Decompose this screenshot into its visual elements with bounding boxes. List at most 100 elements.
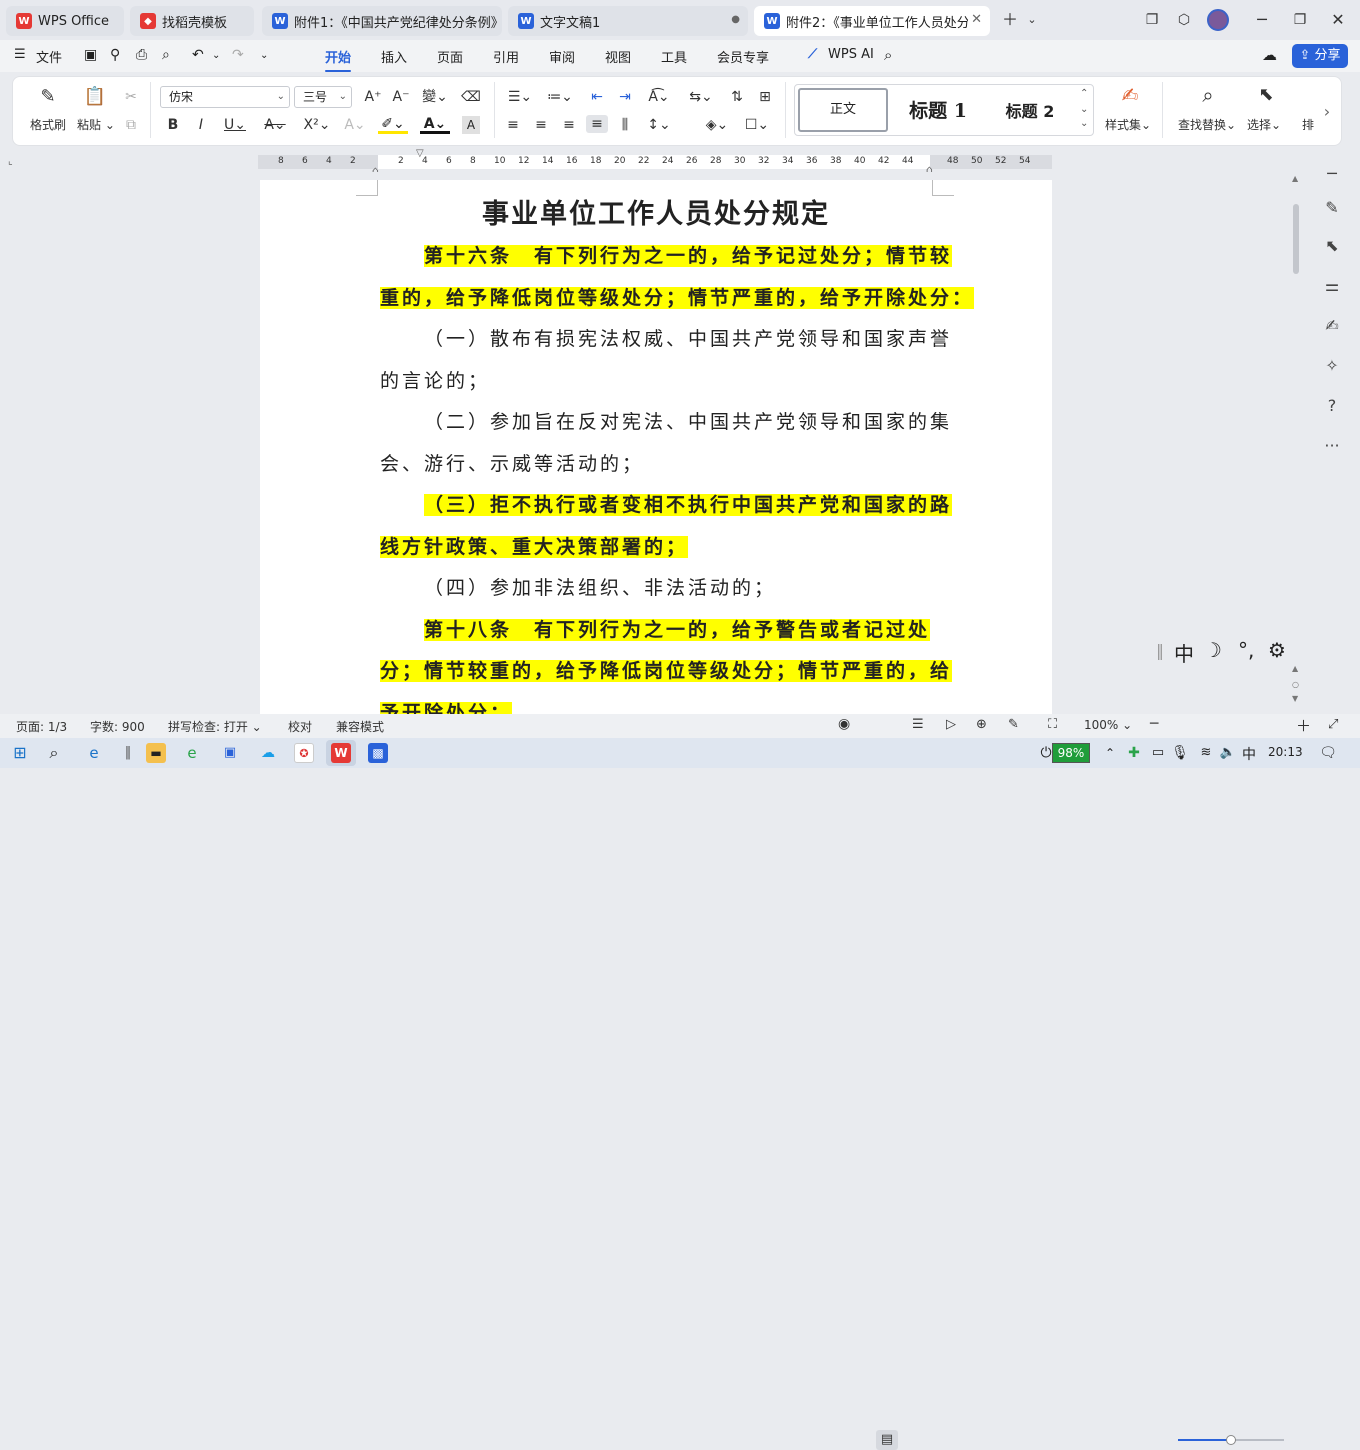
font-grow-icon[interactable]: A⁺ (362, 88, 384, 106)
italic-icon[interactable]: I (190, 116, 212, 134)
select-button[interactable]: 选择⌄ (1244, 118, 1284, 132)
document-line[interactable]: （一）散布有损宪法权威、中国共产党领导和国家声誉 (424, 321, 952, 357)
gallery-more-icon[interactable]: ⌄ (1080, 118, 1088, 129)
tray-device-icon[interactable]: ▭ (1148, 743, 1168, 763)
tab-text-doc-1[interactable]: W 文字文稿1 ● (508, 6, 748, 36)
tray-app-icon[interactable]: ✚ (1124, 743, 1144, 763)
first-line-indent-marker[interactable]: ▽ (416, 148, 424, 159)
wps-taskbar-icon[interactable]: W (331, 743, 351, 763)
menu-home[interactable]: 开始 (325, 47, 352, 72)
text-effect-icon[interactable]: A⌄ (340, 116, 370, 134)
menu-tools[interactable]: 工具 (661, 47, 687, 66)
battery-indicator[interactable]: 98% (1052, 743, 1090, 763)
image-viewer-icon[interactable]: ▩ (368, 743, 388, 763)
outline-view-icon[interactable]: ☰ (912, 717, 924, 732)
word-count[interactable]: 字数: 900 (90, 718, 145, 735)
browse-object-icon[interactable]: ○ (1292, 680, 1299, 689)
cloud-app-icon[interactable]: ☁ (258, 743, 278, 763)
document-line[interactable]: （四）参加非法组织、非法活动的； (424, 570, 776, 606)
search-icon[interactable]: ⌕ (884, 46, 892, 64)
hamburger-icon[interactable]: ☰ (14, 47, 26, 62)
vertical-scrollbar[interactable]: ▲ ▲ ○ ▼ (1290, 172, 1302, 712)
taskbar-ime-indicator[interactable]: 中 (1242, 744, 1256, 764)
share-link-icon[interactable]: ⚲ (110, 47, 120, 63)
print-icon[interactable]: ⎙ (136, 47, 147, 63)
numbered-list-icon[interactable]: ≔⌄ (545, 88, 575, 106)
menu-insert[interactable]: 插入 (381, 47, 407, 66)
copy-icon[interactable]: ⧉ (120, 116, 142, 134)
distributed-align-icon[interactable]: ⫼ (614, 116, 636, 134)
document-line[interactable]: （二）参加旨在反对宪法、中国共产党领导和国家的集 (424, 404, 952, 440)
play-icon[interactable]: ▷ (946, 717, 956, 732)
pointer-icon[interactable]: ⬉ (1322, 236, 1342, 256)
font-color-icon[interactable]: A⌄ (420, 116, 450, 134)
magic-tools-icon[interactable]: ✧ (1322, 356, 1342, 376)
phonetic-guide-icon[interactable]: 變⌄ (420, 88, 450, 106)
zoom-level[interactable]: 100% ⌄ (1084, 718, 1132, 732)
handwriting-icon[interactable]: ✍ (1322, 316, 1342, 336)
page-view-icon[interactable]: ▤ (876, 1430, 898, 1450)
more-dropdown-icon[interactable]: ⌄ (260, 50, 268, 61)
superscript-icon[interactable]: X²⌄ (302, 116, 332, 134)
ime-settings-icon[interactable]: ⚙ (1268, 638, 1286, 662)
font-name-select[interactable]: 仿宋 ⌄ (160, 86, 290, 108)
zoom-out-icon[interactable]: ─ (1150, 716, 1158, 732)
menu-review[interactable]: 审阅 (549, 47, 575, 66)
align-center-icon[interactable]: ≡ (530, 116, 552, 134)
char-shading-icon[interactable]: A (462, 116, 480, 134)
scroll-thumb[interactable] (1293, 204, 1299, 274)
share-button[interactable]: ⇪ 分享 (1292, 44, 1348, 68)
tab-dot-icon[interactable]: ● (731, 14, 740, 25)
help-icon[interactable]: ? (1322, 396, 1342, 416)
more-tools-label[interactable]: 排 (1302, 118, 1314, 132)
find-replace-button[interactable]: 查找替换⌄ (1176, 118, 1238, 132)
cut-icon[interactable]: ✂ (120, 88, 142, 106)
edit-pen-icon[interactable]: ✎ (1322, 198, 1342, 218)
spell-check-status[interactable]: 拼写检查: 打开 ⌄ (168, 718, 262, 735)
windows-start-icon[interactable]: ⊞ (10, 743, 30, 763)
file-explorer-icon[interactable]: ▬ (146, 743, 166, 763)
menu-file[interactable]: 文件 (36, 47, 62, 66)
proofread-button[interactable]: 校对 (288, 718, 312, 735)
decrease-indent-icon[interactable]: ⇤ (586, 88, 608, 106)
clock-time[interactable]: 20:13 (1268, 745, 1303, 759)
print-preview-icon[interactable]: ⌕ (162, 47, 170, 63)
tab-attachment-2[interactable]: W 附件2：《事业单位工作人员处分规 ✕ (754, 6, 990, 36)
menu-view[interactable]: 视图 (605, 47, 631, 66)
document-line[interactable]: 线方针政策、重大决策部署的； (380, 529, 689, 565)
style-normal[interactable]: 正文 (798, 88, 888, 132)
paste-button[interactable]: 粘贴 ⌄ (76, 118, 116, 132)
window-mode-icon[interactable]: ❐ (1140, 8, 1164, 32)
zoom-in-icon[interactable]: ＋ (1296, 715, 1311, 736)
justify-icon[interactable]: ≡ (586, 115, 608, 133)
edge-browser-icon[interactable]: e (84, 743, 104, 763)
notification-icon[interactable]: 🗨 (1318, 743, 1338, 763)
menu-member[interactable]: 会员专享 (717, 47, 769, 66)
party-app-icon[interactable]: ✪ (294, 743, 314, 763)
document-line[interactable]: 会、游行、示威等活动的； (380, 446, 644, 482)
wifi-icon[interactable]: ≋ (1196, 743, 1216, 763)
tab-attachment-1[interactable]: W 附件1：《中国共产党纪律处分条例》 (262, 6, 502, 36)
align-right-icon[interactable]: ≡ (558, 116, 580, 134)
increase-indent-icon[interactable]: ⇥ (614, 88, 636, 106)
ribbon-scroll-right-icon[interactable]: › (1318, 90, 1336, 134)
line-spacing-icon[interactable]: ↕⌄ (644, 116, 674, 134)
more-options-icon[interactable]: ··· (1322, 436, 1342, 456)
document-title[interactable]: 事业单位工作人员处分规定 (260, 192, 1052, 231)
close-icon[interactable]: ✕ (971, 12, 982, 27)
font-shrink-icon[interactable]: A⁻ (390, 88, 412, 106)
ime-mode[interactable]: 中 (1174, 638, 1194, 667)
redo-icon[interactable]: ↷ (232, 47, 244, 63)
ime-moon-icon[interactable]: ☽ (1204, 638, 1222, 662)
line-wrap-icon[interactable]: ⇆⌄ (686, 88, 716, 106)
scroll-up-icon[interactable]: ▲ (1292, 174, 1298, 183)
prev-page-icon[interactable]: ▲ (1292, 664, 1298, 673)
gallery-up-icon[interactable]: ⌃ (1080, 88, 1088, 99)
save-icon[interactable]: ▣ (84, 47, 97, 63)
underline-icon[interactable]: U⌄ (220, 116, 250, 134)
eye-protect-icon[interactable]: ◉ (838, 716, 850, 732)
adjust-sliders-icon[interactable]: ⚌ (1322, 276, 1342, 296)
highlight-color-icon[interactable]: ✐⌄ (378, 116, 408, 134)
text-direction-icon[interactable]: A͡⌄ (644, 88, 674, 106)
document-line[interactable]: 的言论的； (380, 363, 490, 399)
